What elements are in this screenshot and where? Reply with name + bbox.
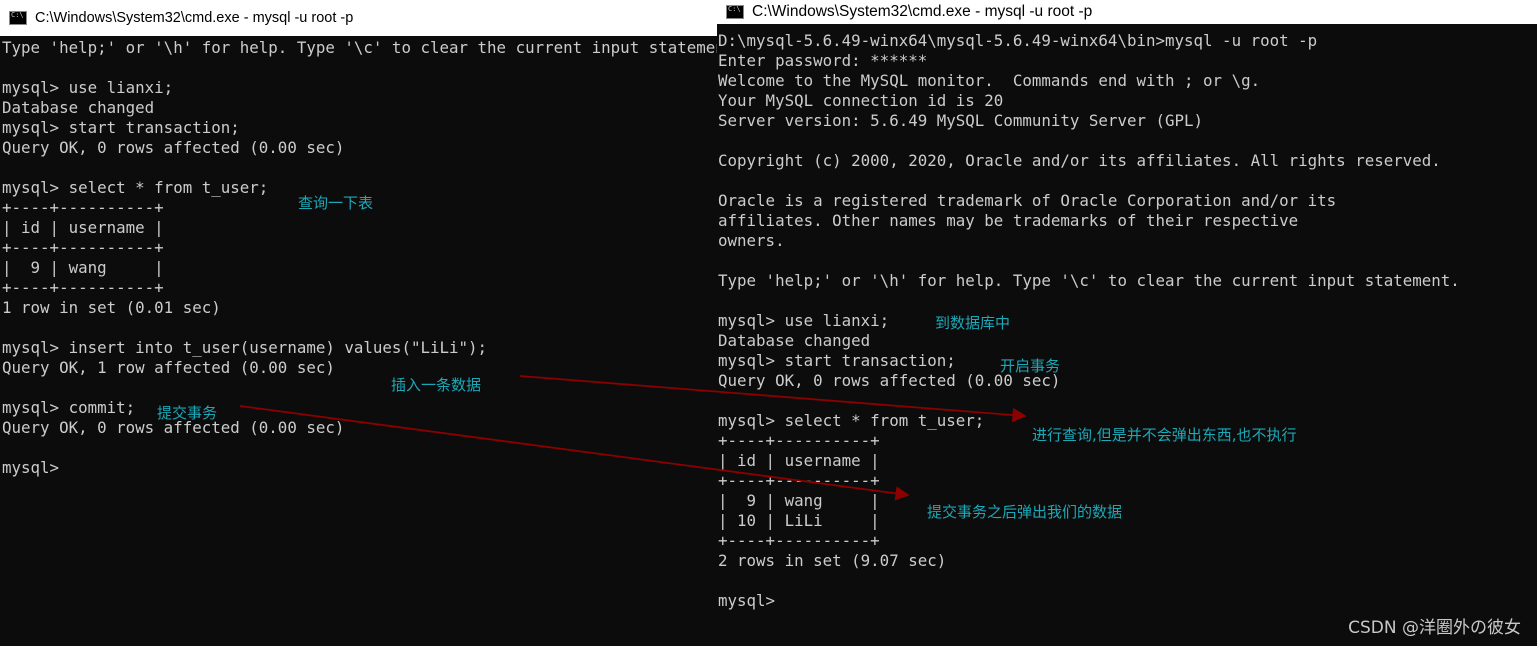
annotation-query-blocked: 进行查询,但是并不会弹出东西,也不执行 [1032,426,1297,444]
annotation-commit: 提交事务 [157,404,218,422]
annotation-arrows [239,375,1027,501]
csdn-watermark: CSDN @洋圈外の彼女 [1348,618,1521,638]
arrow-commit-to-result [239,405,910,501]
arrow-insert-to-query [519,375,1027,423]
annotation-to-database: 到数据库中 [935,314,1011,332]
annotation-start-transaction: 开启事务 [1000,357,1061,375]
annotation-query-table: 查询一下表 [298,194,374,212]
annotation-insert-data: 插入一条数据 [391,376,482,394]
annotation-after-commit: 提交事务之后弹出我们的数据 [927,503,1123,521]
